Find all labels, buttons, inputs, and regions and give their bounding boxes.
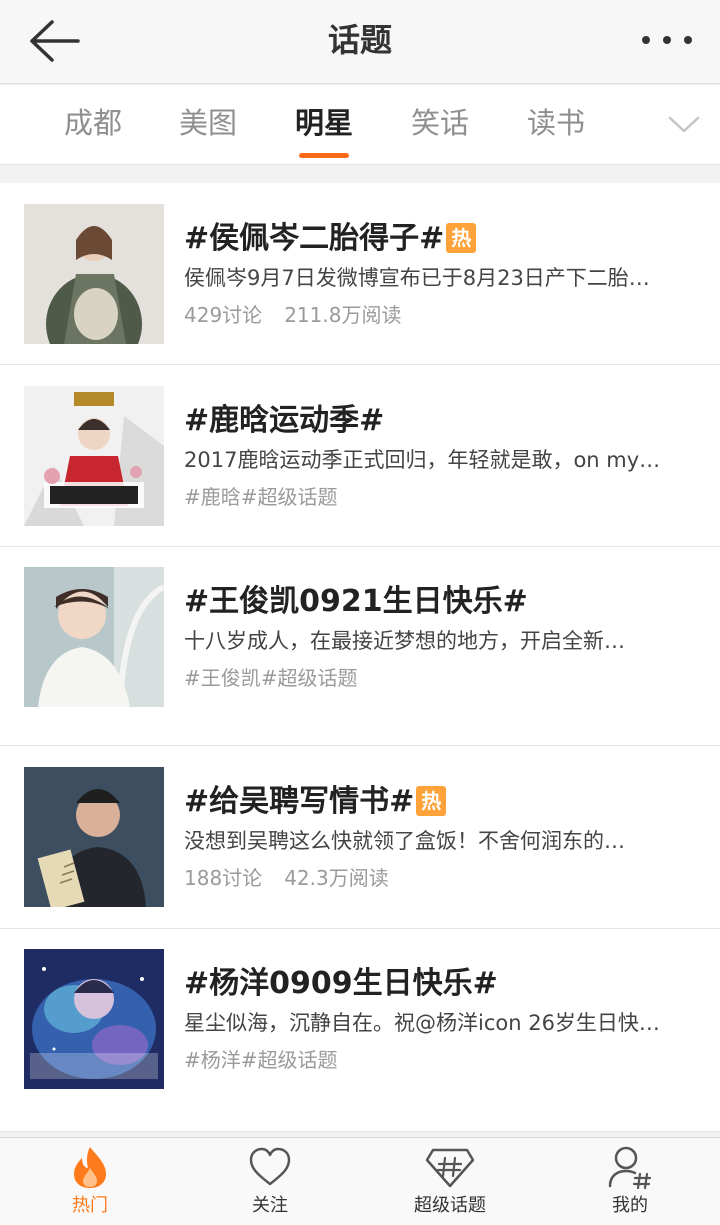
hash-diamond-icon xyxy=(425,1148,475,1188)
topic-item[interactable]: #鹿晗运动季# 2017鹿晗运动季正式回归，年轻就是敢，on my… #鹿晗#超… xyxy=(0,365,720,547)
topic-thumbnail xyxy=(24,204,164,344)
page-title: 话题 xyxy=(327,21,392,59)
topic-title: #鹿晗运动季# xyxy=(184,403,385,438)
topic-tags: #杨洋#超级话题 xyxy=(184,1048,338,1072)
bottom-nav: 热门 关注 超级话题 我的 xyxy=(0,1137,720,1225)
discussion-count: 188讨论 xyxy=(184,866,263,890)
nav-label: 热门 xyxy=(72,1195,108,1216)
flame-icon xyxy=(74,1147,106,1188)
topic-title: #侯佩岑二胎得子# 热 xyxy=(184,219,477,259)
topic-thumbnail xyxy=(24,567,164,707)
topic-tags: #王俊凯#超级话题 xyxy=(184,666,358,690)
user-hash-icon xyxy=(608,1146,652,1190)
discussion-count: 429讨论 xyxy=(184,303,263,327)
hot-badge: 热 xyxy=(416,786,447,816)
topic-item[interactable]: #王俊凯0921生日快乐# 十八岁成人，在最接近梦想的地方，开启全新… #王俊凯… xyxy=(0,547,720,746)
topic-stats: 188讨论 42.3万阅读 xyxy=(184,863,389,893)
nav-label: 我的 xyxy=(612,1195,648,1216)
nav-super-topic[interactable]: 超级话题 xyxy=(395,1144,505,1224)
more-dots-icon[interactable] xyxy=(640,30,694,50)
topic-title: #王俊凯0921生日快乐# xyxy=(184,584,528,619)
topic-thumbnail xyxy=(24,767,164,907)
topic-description: 十八岁成人，在最接近梦想的地方，开启全新… xyxy=(184,629,625,653)
tab-xiaohua[interactable]: 笑话 xyxy=(385,103,495,143)
topic-tags: #鹿晗#超级话题 xyxy=(184,485,338,509)
read-count: 42.3万阅读 xyxy=(284,866,389,890)
tab-meitu[interactable]: 美图 xyxy=(153,103,263,143)
nav-follow[interactable]: 关注 xyxy=(215,1144,325,1224)
topic-item[interactable]: #杨洋0909生日快乐# 星尘似海，沉静自在。祝@杨洋icon 26岁生日快… … xyxy=(0,929,720,1132)
top-bar: 话题 xyxy=(0,0,720,84)
tab-chengdu[interactable]: 成都 xyxy=(38,103,148,143)
chevron-down-icon[interactable] xyxy=(666,112,702,136)
topic-description: 侯佩岑9月7日发微博宣布已于8月23日产下二胎… xyxy=(184,266,650,290)
heart-icon xyxy=(249,1147,291,1186)
topic-title: #给吴聘写情书# 热 xyxy=(184,782,447,822)
nav-label: 超级话题 xyxy=(414,1195,486,1216)
category-tabs: 成都 美图 明星 笑话 读书 xyxy=(0,85,720,165)
topic-description: 2017鹿晗运动季正式回归，年轻就是敢，on my… xyxy=(184,448,661,472)
topic-thumbnail xyxy=(24,949,164,1089)
topic-item[interactable]: #侯佩岑二胎得子# 热 侯佩岑9月7日发微博宣布已于8月23日产下二胎… 429讨… xyxy=(0,183,720,365)
topic-thumbnail xyxy=(24,386,164,526)
nav-label: 关注 xyxy=(252,1195,288,1216)
nav-hot[interactable]: 热门 xyxy=(35,1144,145,1224)
topic-description: 星尘似海，沉静自在。祝@杨洋icon 26岁生日快… xyxy=(184,1011,660,1035)
active-tab-indicator xyxy=(299,153,349,158)
tab-dushu[interactable]: 读书 xyxy=(501,103,611,143)
read-count: 211.8万阅读 xyxy=(284,303,402,327)
topic-description: 没想到吴聘这么快就领了盒饭！不舍何润东的… xyxy=(184,829,625,853)
hot-badge: 热 xyxy=(446,223,477,253)
nav-mine[interactable]: 我的 xyxy=(575,1144,685,1224)
topic-title: #杨洋0909生日快乐# xyxy=(184,966,498,1001)
topic-item[interactable]: #给吴聘写情书# 热 没想到吴聘这么快就领了盒饭！不舍何润东的… 188讨论 42.… xyxy=(0,746,720,929)
topic-list: #侯佩岑二胎得子# 热 侯佩岑9月7日发微博宣布已于8月23日产下二胎… 429讨… xyxy=(0,183,720,1132)
tab-mingxing[interactable]: 明星 xyxy=(269,103,379,143)
topic-stats: 429讨论 211.8万阅读 xyxy=(184,300,401,330)
